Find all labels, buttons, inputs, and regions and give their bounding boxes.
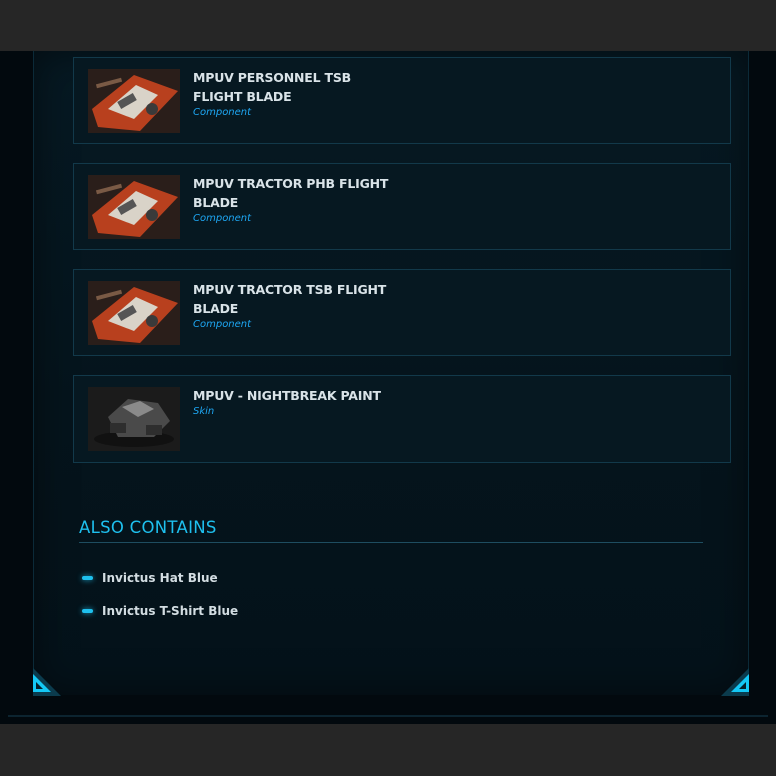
list-item: Invictus T-Shirt Blue	[82, 603, 238, 619]
ship-paint-icon	[88, 387, 180, 451]
item-title-line2: BLADE	[193, 301, 239, 316]
item-title-line1: MPUV TRACTOR TSB FLIGHT	[193, 282, 387, 297]
item-type-label: Component	[193, 319, 252, 330]
bullet-icon	[82, 576, 93, 580]
item-type-label: Skin	[193, 406, 215, 417]
item-title: MPUV TRACTOR TSB FLIGHT BLADE Component	[193, 280, 393, 332]
frame-divider	[8, 715, 768, 717]
item-title-line1: MPUV - NIGHTBREAK PAINT	[193, 388, 381, 403]
item-card[interactable]: MPUV PERSONNEL TSB FLIGHT BLADE Componen…	[73, 57, 731, 144]
also-contains-heading: ALSO CONTAINS	[79, 518, 217, 537]
list-item-label: Invictus Hat Blue	[102, 571, 218, 585]
contents-panel	[33, 51, 749, 695]
bottom-bar	[0, 724, 776, 776]
flight-blade-icon	[88, 69, 180, 133]
item-title: MPUV PERSONNEL TSB FLIGHT BLADE Componen…	[193, 68, 393, 120]
item-type-label: Component	[193, 213, 252, 224]
item-title-line2: BLADE	[193, 195, 239, 210]
list-item-label: Invictus T-Shirt Blue	[102, 604, 239, 618]
corner-accent-left-icon	[33, 668, 61, 696]
item-title: MPUV - NIGHTBREAK PAINT Skin	[193, 386, 393, 419]
corner-accent-right-icon	[721, 668, 749, 696]
section-divider	[79, 542, 703, 543]
item-title-line1: MPUV PERSONNEL TSB	[193, 70, 351, 85]
flight-blade-icon	[88, 281, 180, 345]
item-title-line1: MPUV TRACTOR PHB FLIGHT	[193, 176, 389, 191]
item-card[interactable]: MPUV - NIGHTBREAK PAINT Skin	[73, 375, 731, 463]
item-title-line2: FLIGHT BLADE	[193, 89, 292, 104]
flight-blade-icon	[88, 175, 180, 239]
item-type-label: Component	[193, 107, 252, 118]
item-title: MPUV TRACTOR PHB FLIGHT BLADE Component	[193, 174, 393, 226]
item-card[interactable]: MPUV TRACTOR TSB FLIGHT BLADE Component	[73, 269, 731, 356]
list-item: Invictus Hat Blue	[82, 570, 218, 586]
bullet-icon	[82, 609, 93, 613]
item-card[interactable]: MPUV TRACTOR PHB FLIGHT BLADE Component	[73, 163, 731, 250]
top-bar	[0, 0, 776, 51]
